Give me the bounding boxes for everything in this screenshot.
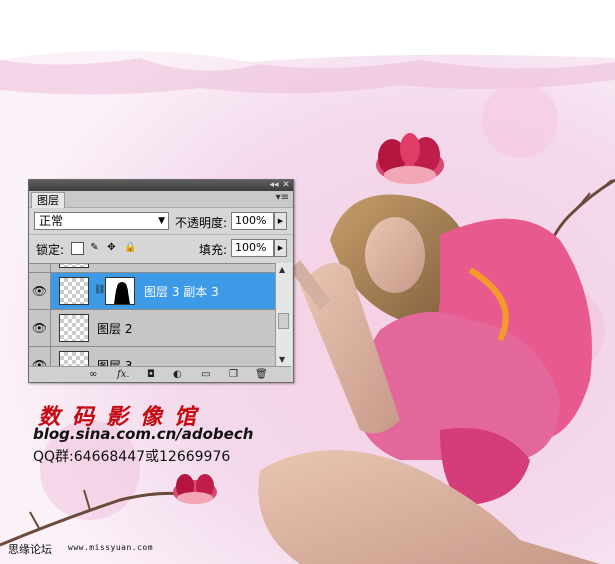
panel-titlebar: ◂◂ ✕: [29, 180, 293, 191]
layer-row-partial[interactable]: [29, 264, 275, 273]
blend-mode-select[interactable]: 正常 ▼: [34, 212, 169, 230]
fill-label: 填充:: [199, 243, 228, 257]
layer-row[interactable]: 👁 图层 2: [29, 310, 275, 347]
layers-scrollbar[interactable]: ▲ ▼: [275, 263, 292, 366]
mask-link-icon[interactable]: ⛓: [94, 285, 105, 295]
forum-watermark: 思缘论坛: [8, 543, 52, 556]
group-folder-icon[interactable]: ▭: [201, 368, 210, 381]
panel-bottom-toolbar: ∞ fx. ◘ ◐ ▭ ❐ 🗑: [29, 366, 291, 382]
close-icon[interactable]: ✕: [281, 180, 291, 191]
eye-icon[interactable]: 👁: [29, 273, 51, 309]
layer-thumbnail: [59, 314, 89, 342]
layer-name: 图层 3 副本 3: [144, 285, 219, 299]
link-icon[interactable]: ∞: [89, 368, 97, 381]
opacity-label: 不透明度:: [175, 216, 228, 230]
lock-move-icon[interactable]: ✥: [106, 242, 117, 253]
lock-row: 锁定: ✎ ✥ 🔒 填充: 100% ▶: [29, 234, 293, 262]
fill-input[interactable]: 100%: [231, 239, 274, 257]
layers-list: 👁 ⛓ 图层 3 副本 3 👁 图层 2 👁 图层 3: [29, 263, 275, 367]
layer-mask-thumbnail[interactable]: [105, 277, 135, 305]
lock-brush-icon[interactable]: ✎: [89, 242, 100, 253]
lock-all-icon[interactable]: 🔒: [124, 242, 136, 253]
opacity-slider-toggle[interactable]: ▶: [274, 212, 287, 230]
new-layer-icon[interactable]: ❐: [229, 368, 238, 381]
collapse-icon[interactable]: ◂◂: [269, 180, 279, 191]
site-watermark: www.missyuan.com: [68, 543, 154, 552]
layer-name: 图层 2: [97, 322, 133, 336]
layer-row[interactable]: 👁 图层 3: [29, 347, 275, 367]
scroll-down-icon[interactable]: ▼: [279, 355, 285, 364]
adjustment-layer-icon[interactable]: ◐: [173, 368, 182, 381]
eye-icon[interactable]: 👁: [29, 310, 51, 346]
lock-transparent-icon[interactable]: [71, 242, 84, 255]
eye-icon[interactable]: 👁: [29, 347, 51, 367]
scroll-thumb[interactable]: [278, 313, 289, 329]
tab-layers[interactable]: 图层: [31, 192, 65, 208]
opacity-input[interactable]: 100%: [231, 212, 274, 230]
fill-slider-toggle[interactable]: ▶: [274, 239, 287, 257]
panel-tab-row: 图层 ▾≡: [29, 191, 293, 208]
lock-label: 锁定:: [36, 243, 65, 257]
layer-thumbnail: [59, 351, 89, 367]
blend-mode-value: 正常: [39, 214, 64, 228]
layer-row-selected[interactable]: 👁 ⛓ 图层 3 副本 3: [29, 273, 275, 310]
layers-panel: ◂◂ ✕ 图层 ▾≡ 正常 ▼ 不透明度: 100% ▶ 锁定: ✎ ✥ 🔒 填…: [28, 179, 294, 383]
trash-icon[interactable]: 🗑: [255, 368, 268, 381]
fx-icon[interactable]: fx.: [117, 368, 130, 381]
scroll-up-icon[interactable]: ▲: [279, 265, 285, 274]
eye-icon[interactable]: [29, 264, 51, 272]
blend-row: 正常 ▼ 不透明度: 100% ▶: [29, 208, 293, 234]
blog-url: blog.sina.com.cn/adobech: [33, 425, 254, 443]
chevron-down-icon: ▼: [158, 216, 165, 226]
layer-thumbnail: [59, 264, 89, 268]
add-mask-icon[interactable]: ◘: [147, 368, 155, 381]
mask-silhouette-icon: [106, 278, 134, 304]
layer-thumbnail: [59, 277, 89, 305]
qq-group-text: QQ群:64668447或12669976: [33, 449, 231, 465]
panel-menu-icon[interactable]: ▾≡: [276, 192, 289, 203]
